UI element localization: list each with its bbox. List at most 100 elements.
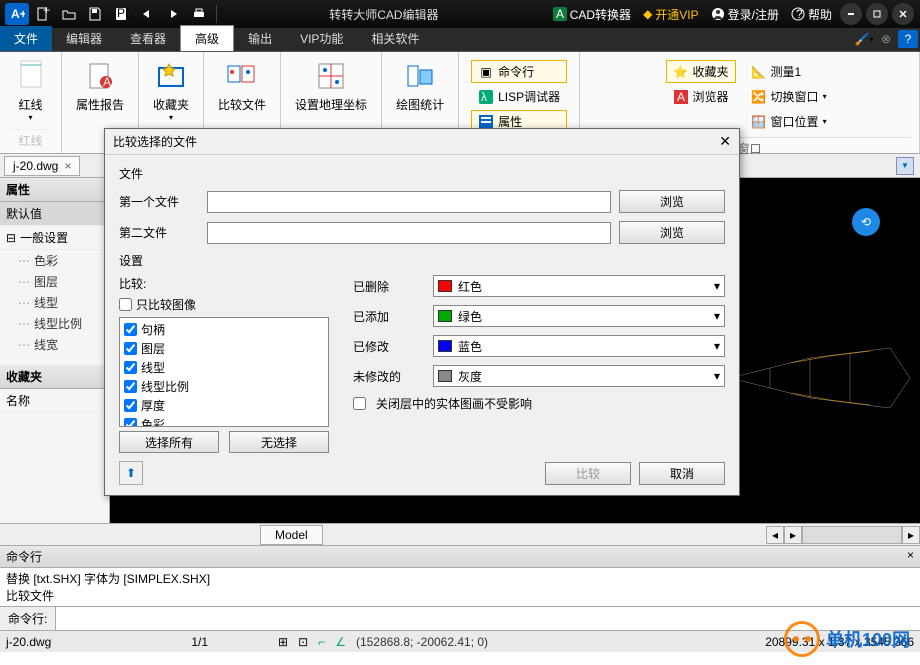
tab-output[interactable]: 输出 xyxy=(234,26,286,51)
doc-tab[interactable]: j-20.dwg× xyxy=(4,156,80,176)
attr-report-button[interactable]: A 属性报告 xyxy=(70,56,130,117)
help-link[interactable]: ?帮助 xyxy=(791,6,832,23)
added-color-select[interactable]: 绿色▾ xyxy=(433,305,725,327)
only-image-checkbox[interactable] xyxy=(119,298,132,311)
geo-button[interactable]: 设置地理坐标 xyxy=(289,56,373,117)
print-icon[interactable] xyxy=(187,3,211,25)
tree-color[interactable]: 色彩 xyxy=(0,250,109,271)
scroll-left-icon[interactable]: ◂ xyxy=(766,526,784,544)
name-row[interactable]: 名称 xyxy=(0,389,109,413)
minimize-icon[interactable] xyxy=(840,3,862,25)
modified-color-select[interactable]: 蓝色▾ xyxy=(433,335,725,357)
status-snap-icon[interactable]: ⊡ xyxy=(298,635,308,649)
win-pos-button[interactable]: 🪟窗口位置▾ xyxy=(744,110,834,133)
toolbar-style-icon[interactable]: 🖌️▾ xyxy=(854,30,874,48)
compare-submit-button[interactable]: 比较 xyxy=(545,462,631,485)
tab-viewer[interactable]: 查看器 xyxy=(116,26,180,51)
modified-label: 已修改 xyxy=(353,338,423,355)
deleted-color-select[interactable]: 红色▾ xyxy=(433,275,725,297)
default-row[interactable]: 默认值 xyxy=(0,202,109,226)
file2-browse-button[interactable]: 浏览 xyxy=(619,221,725,244)
maximize-icon[interactable] xyxy=(866,3,888,25)
tree-layer[interactable]: 图层 xyxy=(0,271,109,292)
status-ortho-icon[interactable]: ⌐ xyxy=(318,635,325,649)
svg-text:A: A xyxy=(103,75,111,89)
measure-button[interactable]: 📐测量1 xyxy=(744,60,834,83)
login-link[interactable]: 登录/注册 xyxy=(711,6,779,23)
doc-tab-dropdown[interactable]: ▼ xyxy=(896,157,914,175)
select-none-button[interactable]: 无选择 xyxy=(229,431,329,453)
cmdline-button[interactable]: ▣命令行 xyxy=(471,60,567,83)
open-icon[interactable] xyxy=(57,3,81,25)
save-icon[interactable] xyxy=(83,3,107,25)
doc-tab-close-icon[interactable]: × xyxy=(64,159,71,173)
status-pages: 1/1 xyxy=(191,635,208,649)
scroll-bar[interactable] xyxy=(802,526,902,544)
app-logo-icon[interactable]: A+ xyxy=(5,3,29,25)
general-row[interactable]: ⊟一般设置 xyxy=(0,226,109,250)
tree-lineweight[interactable]: 线宽 xyxy=(0,334,109,355)
converter-link[interactable]: ACAD转换器 xyxy=(553,6,631,23)
group-label-redline: 红线 xyxy=(8,129,53,149)
tab-editor[interactable]: 编辑器 xyxy=(52,26,116,51)
browser-button[interactable]: A浏览器 xyxy=(666,85,736,108)
cmd-header: 命令行× xyxy=(0,545,920,568)
file1-input[interactable] xyxy=(207,191,611,213)
toolbar-close-icon[interactable]: ⊗ xyxy=(876,30,896,48)
favorites-icon xyxy=(155,60,187,92)
geo-icon xyxy=(315,60,347,92)
lisp-button[interactable]: λLISP调试器 xyxy=(471,85,567,108)
stats-icon xyxy=(404,60,436,92)
tab-file[interactable]: 文件 xyxy=(0,26,52,51)
tab-vip[interactable]: VIP功能 xyxy=(286,26,357,51)
close-icon[interactable] xyxy=(892,3,914,25)
scroll-right2-icon[interactable]: ▸ xyxy=(902,526,920,544)
win-pos-icon: 🪟 xyxy=(751,114,767,130)
svg-text:PDF: PDF xyxy=(117,6,129,20)
unchanged-color-select[interactable]: 灰度▾ xyxy=(433,365,725,387)
item-linetype-checkbox[interactable] xyxy=(124,361,137,374)
unchanged-label: 未修改的 xyxy=(353,368,423,385)
side-panel: 属性 默认值 ⊟一般设置 色彩 图层 线型 线型比例 线宽 收藏夹 名称 xyxy=(0,178,110,523)
redo-icon[interactable] xyxy=(161,3,185,25)
menu-bar: 文件 编辑器 查看器 高级 输出 VIP功能 相关软件 🖌️▾ ⊗ ? xyxy=(0,28,920,52)
select-all-button[interactable]: 选择所有 xyxy=(119,431,219,453)
undo-icon[interactable] xyxy=(135,3,159,25)
compare-button[interactable]: 比较文件 xyxy=(212,56,272,117)
model-tab[interactable]: Model xyxy=(260,525,323,545)
item-thickness-checkbox[interactable] xyxy=(124,399,137,412)
cancel-button[interactable]: 取消 xyxy=(639,462,725,485)
cmd-close-icon[interactable]: × xyxy=(907,548,914,565)
fav-header: 收藏夹 xyxy=(0,365,109,389)
item-ltscale-checkbox[interactable] xyxy=(124,380,137,393)
pdf-icon[interactable]: PDF xyxy=(109,3,133,25)
tab-related[interactable]: 相关软件 xyxy=(357,26,433,51)
compare-items-list[interactable]: 句柄 图层 线型 线型比例 厚度 色彩 线宽 xyxy=(119,317,329,427)
tab-advanced[interactable]: 高级 xyxy=(180,25,234,51)
file1-browse-button[interactable]: 浏览 xyxy=(619,190,725,213)
dialog-close-icon[interactable]: ✕ xyxy=(719,133,731,150)
stats-button[interactable]: 绘图统计 xyxy=(390,56,450,117)
fav2-button[interactable]: ⭐收藏夹 xyxy=(666,60,736,83)
switch-win-button[interactable]: 🔀切换窗口▾ xyxy=(744,85,834,108)
item-layer-checkbox[interactable] xyxy=(124,342,137,355)
status-angle-icon[interactable]: ∠ xyxy=(335,635,346,649)
file2-input[interactable] xyxy=(207,222,611,244)
item-color-checkbox[interactable] xyxy=(124,418,137,427)
dialog-back-icon[interactable]: ⬆ xyxy=(119,461,143,485)
scroll-right-icon[interactable]: ▸ xyxy=(784,526,802,544)
closed-layer-checkbox[interactable] xyxy=(353,397,366,410)
vip-link[interactable]: ◆开通VIP xyxy=(643,6,699,23)
new-icon[interactable]: + xyxy=(31,3,55,25)
tree-linetype[interactable]: 线型 xyxy=(0,292,109,313)
toolbar-help-icon[interactable]: ? xyxy=(898,30,918,48)
item-handle-checkbox[interactable] xyxy=(124,323,137,336)
measure-icon: 📐 xyxy=(751,64,767,80)
watermark-text: 单机100网 xyxy=(826,626,910,652)
redline-icon xyxy=(15,60,47,92)
status-grid-icon[interactable]: ⊞ xyxy=(278,635,288,649)
dialog-titlebar: 比较选择的文件 ✕ xyxy=(105,129,739,155)
canvas-badge-icon[interactable]: ⟲ xyxy=(852,208,880,236)
favorites-button[interactable]: 收藏夹▾ xyxy=(147,56,195,126)
tree-ltscale[interactable]: 线型比例 xyxy=(0,313,109,334)
